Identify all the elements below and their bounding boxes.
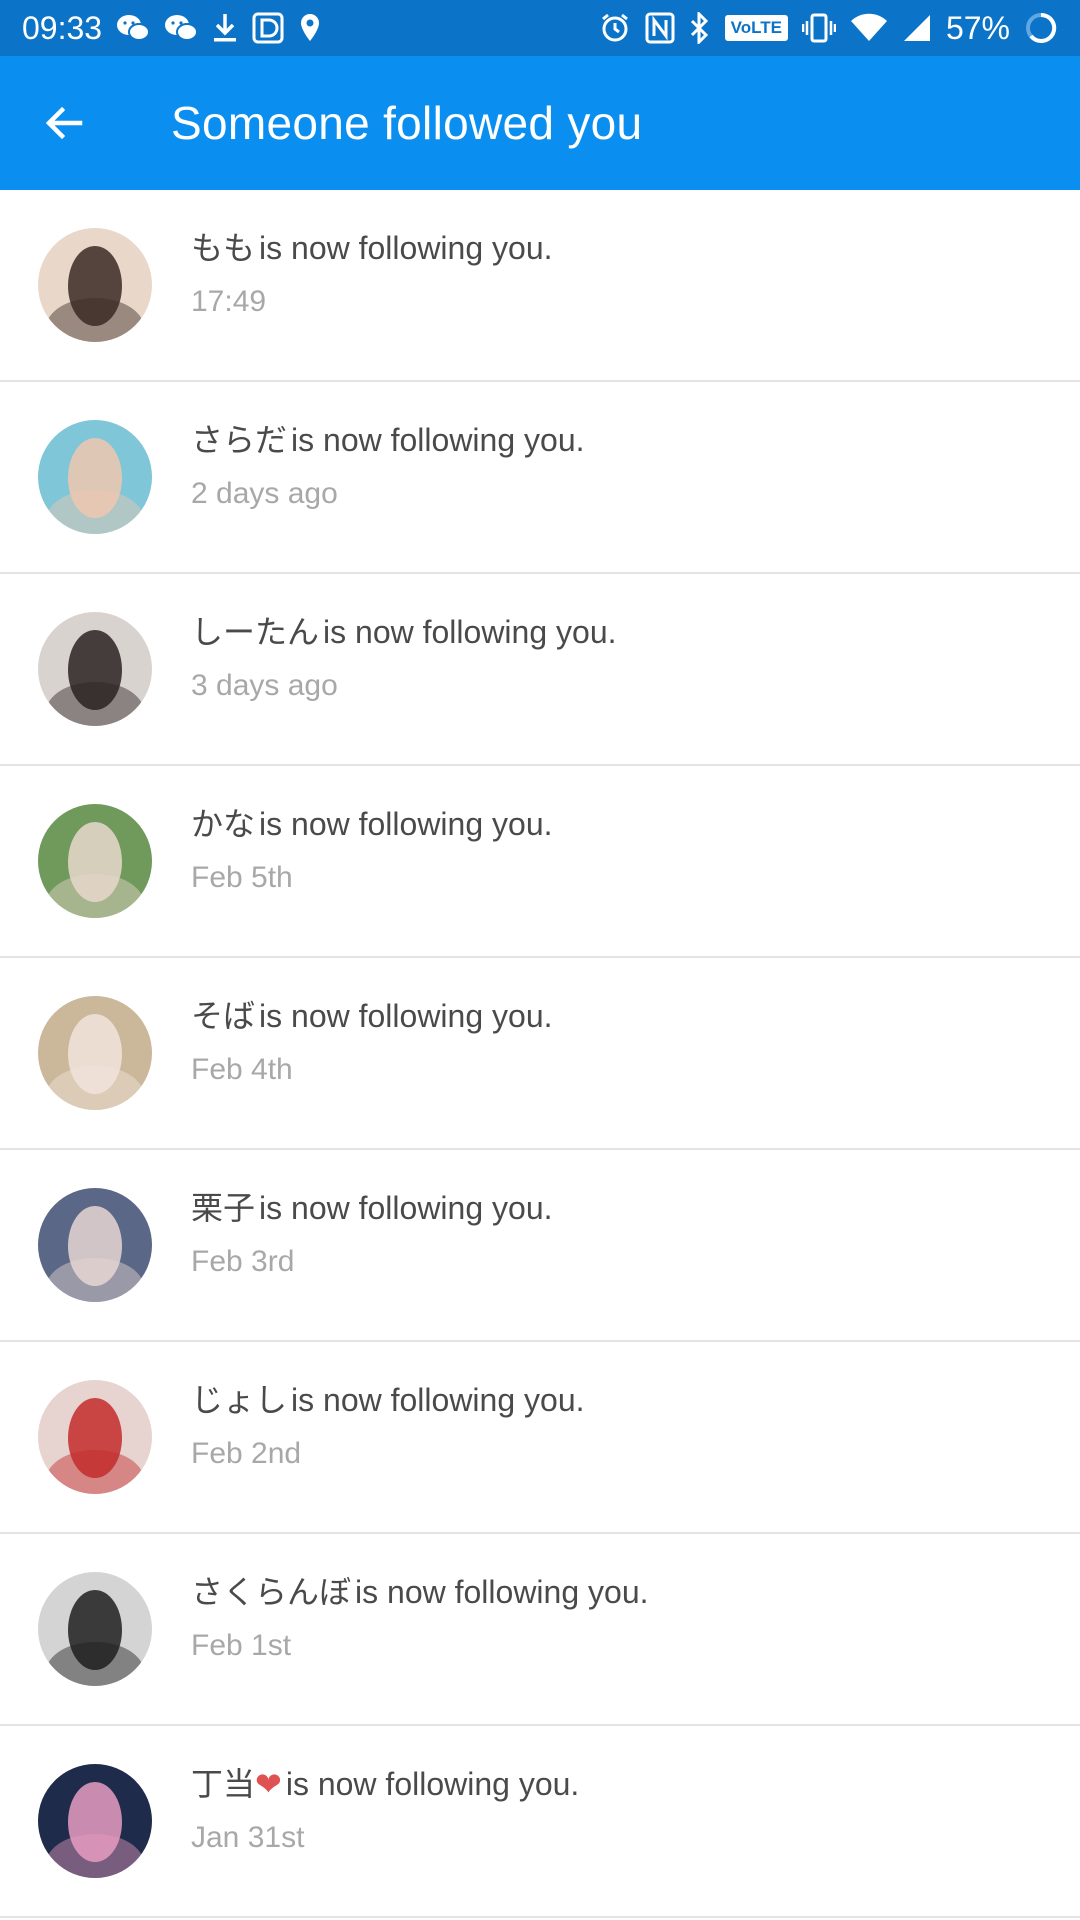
battery-icon — [1024, 8, 1058, 48]
wechat-icon — [164, 8, 199, 48]
status-bar-left: 09:33 — [22, 8, 322, 48]
avatar[interactable] — [38, 420, 152, 534]
follower-name: 栗子 — [191, 1189, 256, 1227]
location-icon — [298, 8, 322, 48]
follower-name: さらだ — [191, 421, 288, 459]
follower-text: 栗子 is now following you. Feb 3rd — [191, 1186, 1060, 1284]
follow-time: Feb 4th — [191, 1053, 293, 1086]
follower-list: もも is now following you. 17:49 さらだ is now … — [0, 190, 1080, 1918]
volte-icon: VoLTE — [724, 8, 788, 48]
follow-time: Feb 1st — [191, 1629, 292, 1662]
follower-text: じょし is now following you. Feb 2nd — [191, 1378, 1060, 1476]
follow-message: かな is now following you. — [191, 802, 1060, 846]
wechat-icon — [116, 8, 151, 48]
follower-list-item[interactable]: さくらんぼ is now following you. Feb 1st — [0, 1534, 1080, 1726]
back-button[interactable] — [30, 89, 98, 157]
avatar[interactable] — [38, 1188, 152, 1302]
follower-name: かな — [191, 805, 256, 843]
status-bar: 09:33 VoLTE 57% — [0, 0, 1080, 56]
battery-percent: 57% — [945, 9, 1010, 46]
follower-name: さくらんぼ — [191, 1573, 352, 1611]
avatar[interactable] — [38, 804, 152, 918]
follow-message: さくらんぼ is now following you. — [191, 1570, 1060, 1614]
follower-text: そば is now following you. Feb 4th — [191, 994, 1060, 1092]
follow-time: Feb 5th — [191, 861, 293, 894]
avatar[interactable] — [38, 1380, 152, 1494]
follow-message: じょし is now following you. — [191, 1378, 1060, 1422]
download-icon — [212, 8, 238, 48]
wifi-icon — [850, 8, 888, 48]
follow-time: Feb 2nd — [191, 1437, 302, 1470]
alarm-icon — [599, 8, 631, 48]
follower-name: そば — [191, 997, 256, 1035]
status-time: 09:33 — [22, 9, 103, 46]
follower-text: しーたん is now following you. 3 days ago — [191, 610, 1060, 708]
follow-message: 丁当❤ is now following you. — [191, 1762, 1060, 1806]
follow-message: しーたん is now following you. — [191, 610, 1060, 654]
follow-message-suffix: is now following you. — [259, 806, 553, 842]
follow-message: もも is now following you. — [191, 226, 1060, 270]
follower-name: 丁当 — [191, 1765, 256, 1803]
app-d-icon — [252, 8, 284, 48]
follow-message-suffix: is now following you. — [355, 1574, 649, 1610]
follower-list-item[interactable]: かな is now following you. Feb 5th — [0, 766, 1080, 958]
follow-message: そば is now following you. — [191, 994, 1060, 1038]
nfc-icon — [645, 8, 675, 48]
follow-time: 3 days ago — [191, 669, 338, 702]
bluetooth-icon — [689, 8, 711, 48]
follower-text: もも is now following you. 17:49 — [191, 226, 1060, 324]
follow-time: Jan 31st — [191, 1821, 305, 1854]
signal-icon — [902, 8, 932, 48]
follow-message-suffix: is now following you. — [285, 1766, 580, 1802]
follow-message-suffix: is now following you. — [259, 998, 553, 1034]
avatar[interactable] — [38, 612, 152, 726]
follow-message-suffix: is now following you. — [259, 230, 553, 266]
avatar[interactable] — [38, 1764, 152, 1878]
follow-message-suffix: is now following you. — [259, 1190, 553, 1226]
follower-list-item[interactable]: 丁当❤ is now following you. Jan 31st — [0, 1726, 1080, 1918]
follow-message-suffix: is now following you. — [291, 1382, 585, 1418]
follower-name: しーたん — [191, 613, 320, 651]
follower-name: もも — [191, 229, 256, 267]
follow-time: 2 days ago — [191, 477, 338, 510]
follower-text: さくらんぼ is now following you. Feb 1st — [191, 1570, 1060, 1668]
status-bar-right: VoLTE 57% — [599, 8, 1058, 48]
volte-label: VoLTE — [724, 15, 788, 41]
follower-text: 丁当❤ is now following you. Jan 31st — [191, 1762, 1060, 1860]
arrow-left-icon — [45, 106, 83, 140]
follow-message: 栗子 is now following you. — [191, 1186, 1060, 1230]
follower-list-item[interactable]: しーたん is now following you. 3 days ago — [0, 574, 1080, 766]
follow-message-suffix: is now following you. — [291, 422, 585, 458]
avatar[interactable] — [38, 1572, 152, 1686]
follower-text: かな is now following you. Feb 5th — [191, 802, 1060, 900]
follow-time: 17:49 — [191, 285, 267, 318]
follower-list-item[interactable]: 栗子 is now following you. Feb 3rd — [0, 1150, 1080, 1342]
follower-list-item[interactable]: じょし is now following you. Feb 2nd — [0, 1342, 1080, 1534]
page-title: Someone followed you — [171, 97, 643, 149]
follower-name: じょし — [191, 1381, 288, 1419]
follow-message: さらだ is now following you. — [191, 418, 1060, 462]
vibrate-icon — [801, 8, 836, 48]
avatar[interactable] — [38, 996, 152, 1110]
avatar[interactable] — [38, 228, 152, 342]
follower-list-item[interactable]: もも is now following you. 17:49 — [0, 190, 1080, 382]
follower-text: さらだ is now following you. 2 days ago — [191, 418, 1060, 516]
heart-emoji: ❤ — [255, 1766, 282, 1802]
follower-list-item[interactable]: そば is now following you. Feb 4th — [0, 958, 1080, 1150]
follower-list-item[interactable]: さらだ is now following you. 2 days ago — [0, 382, 1080, 574]
follow-message-suffix: is now following you. — [323, 614, 617, 650]
follow-time: Feb 3rd — [191, 1245, 295, 1278]
app-bar: Someone followed you — [0, 56, 1080, 190]
